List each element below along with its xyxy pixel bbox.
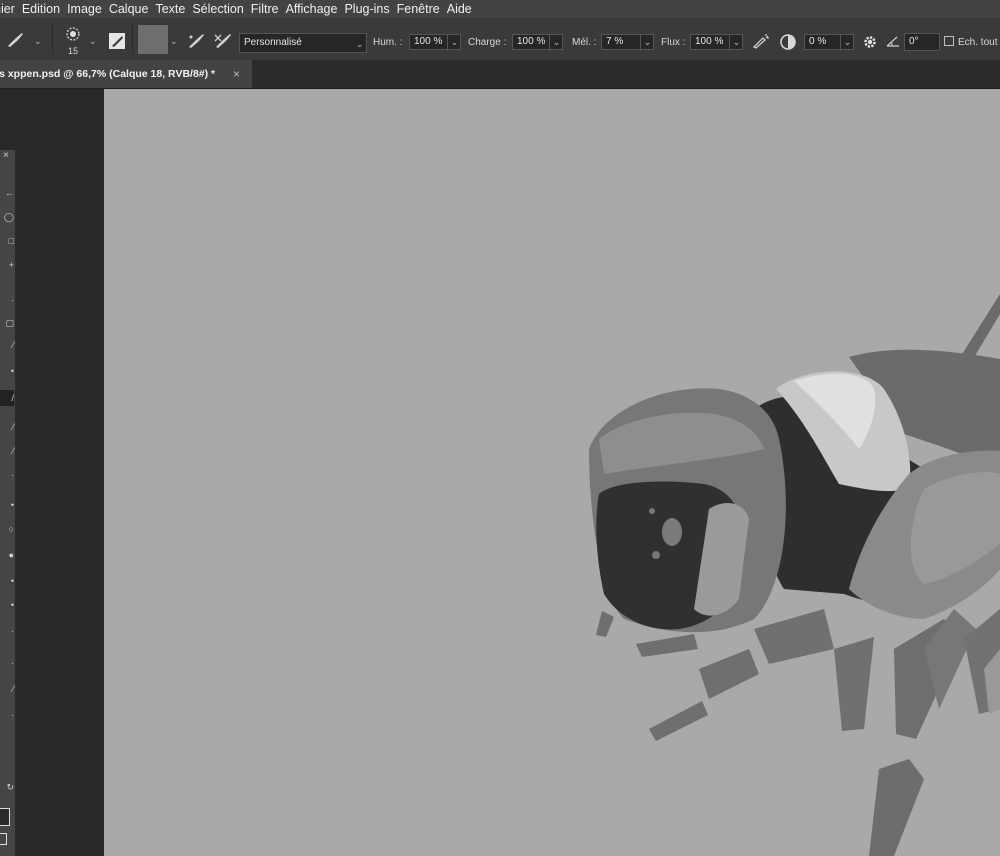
antenna-shape: [959, 294, 1000, 364]
hand-icon[interactable]: ·: [0, 658, 14, 668]
move-icon[interactable]: ←: [0, 188, 14, 198]
crop-icon[interactable]: +: [0, 260, 14, 270]
chevron-down-icon[interactable]: ⌄: [447, 35, 461, 51]
brush-tip-icon[interactable]: [64, 26, 82, 42]
charge-value: 100 %: [517, 36, 546, 47]
smoothing-value: 0 %: [809, 36, 827, 47]
lasso-icon[interactable]: ◯: [0, 212, 14, 222]
tools-panel: × ← ◯ □ + · ▢ ⁄ • / ⁄ ⁄ · • ○ ● • • · · …: [0, 150, 16, 856]
menu-calque[interactable]: Calque: [109, 0, 156, 18]
visor-reflection: [662, 518, 682, 546]
sample-all-checkbox[interactable]: [944, 36, 954, 46]
mel-field[interactable]: 7 % ⌄: [601, 34, 654, 51]
angle-field[interactable]: 0°: [904, 33, 940, 51]
brush-icon[interactable]: /: [0, 390, 14, 406]
smoothing-field[interactable]: 0 % ⌄: [804, 34, 854, 51]
gradient-icon[interactable]: ·: [0, 470, 14, 480]
painting-artwork: [589, 294, 1000, 856]
frame-icon[interactable]: ·: [0, 295, 14, 305]
blur-icon[interactable]: •: [0, 500, 14, 510]
menu-aide[interactable]: Aide: [447, 0, 479, 18]
close-icon[interactable]: ×: [3, 150, 9, 161]
chevron-down-icon: ⌄: [356, 39, 364, 49]
brush-picker-chevron-icon[interactable]: ⌄: [89, 36, 97, 47]
menu-fichier[interactable]: hier: [0, 0, 22, 18]
clone-stamp-icon[interactable]: •: [0, 366, 14, 376]
mixer-brush-icon[interactable]: [4, 32, 26, 48]
document-tab-title: rs xppen.psd @ 66,7% (Calque 18, RVB/8#)…: [0, 68, 216, 80]
eraser-icon[interactable]: ⁄: [0, 446, 14, 456]
hum-field[interactable]: 100 % ⌄: [409, 34, 461, 51]
brush-settings-panel-icon[interactable]: [108, 32, 126, 50]
eyedropper-icon[interactable]: ▢: [0, 318, 14, 328]
mel-label: Mél. :: [572, 37, 597, 48]
menu-bar: hier Edition Image Calque Texte Sélectio…: [0, 0, 1000, 18]
blend-preset-select[interactable]: Personnalisé ⌄: [239, 33, 367, 53]
document-tab[interactable]: rs xppen.psd @ 66,7% (Calque 18, RVB/8#)…: [0, 60, 252, 88]
menu-selection[interactable]: Sélection: [192, 0, 250, 18]
sample-all-label: Ech. tout: [958, 37, 998, 48]
charge-label: Charge :: [468, 37, 507, 48]
current-load-swatch[interactable]: [138, 25, 168, 54]
rotate-icon[interactable]: ·: [0, 710, 14, 720]
quick-select-icon[interactable]: □: [0, 236, 14, 246]
menu-image[interactable]: Image: [67, 0, 109, 18]
load-brush-icon[interactable]: [186, 32, 206, 50]
chevron-down-icon[interactable]: ⌄: [549, 35, 563, 51]
document-canvas[interactable]: [104, 89, 1000, 856]
chevron-down-icon[interactable]: ⌄: [729, 35, 743, 51]
background-color-swatch[interactable]: [0, 833, 7, 845]
dodge-icon[interactable]: ○: [0, 524, 14, 534]
menu-affichage[interactable]: Affichage: [286, 0, 345, 18]
history-brush-icon[interactable]: ⁄: [0, 422, 14, 432]
visor-dot: [652, 551, 660, 559]
shape-icon[interactable]: ·: [0, 626, 14, 636]
hum-value: 100 %: [414, 36, 443, 47]
healing-icon[interactable]: ⁄: [0, 340, 14, 350]
path-select-icon[interactable]: •: [0, 600, 14, 610]
brush-size-label: 15: [68, 46, 79, 56]
flux-field[interactable]: 100 % ⌄: [690, 34, 743, 51]
chevron-down-icon[interactable]: ⌄: [640, 35, 654, 51]
menu-edition[interactable]: Edition: [22, 0, 67, 18]
clean-brush-icon[interactable]: [213, 32, 233, 50]
swap-colors-icon[interactable]: ↻: [0, 782, 14, 792]
chevron-down-icon[interactable]: ⌄: [840, 35, 854, 51]
menu-plugins[interactable]: Plug-ins: [344, 0, 396, 18]
type-icon[interactable]: •: [0, 576, 14, 586]
options-bar: ⌄ 15 ⌄ ⌄ Personnalisé ⌄ Hum. : 100 % ⌄ C…: [0, 18, 1000, 61]
flux-label: Flux :: [661, 37, 686, 48]
hum-label: Hum. :: [373, 37, 403, 48]
menu-texte[interactable]: Texte: [155, 0, 192, 18]
menu-filtre[interactable]: Filtre: [251, 0, 286, 18]
airbrush-icon[interactable]: [751, 32, 771, 50]
angle-icon: [886, 36, 899, 47]
visor-dot: [649, 508, 655, 514]
smoothing-icon[interactable]: [779, 33, 797, 51]
angle-value: 0°: [909, 36, 919, 47]
charge-field[interactable]: 100 % ⌄: [512, 34, 563, 51]
mel-value: 7 %: [606, 36, 624, 47]
tool-preset-chevron-icon[interactable]: ⌄: [34, 36, 42, 47]
menu-fenetre[interactable]: Fenêtre: [397, 0, 447, 18]
gear-icon[interactable]: [861, 33, 879, 51]
document-tab-bar: rs xppen.psd @ 66,7% (Calque 18, RVB/8#)…: [0, 60, 1000, 89]
zoom-icon[interactable]: ⁄: [0, 684, 14, 694]
load-options-chevron-icon[interactable]: ⌄: [170, 36, 178, 47]
flux-value: 100 %: [695, 36, 724, 47]
blend-preset-value: Personnalisé: [244, 37, 302, 48]
close-icon[interactable]: ×: [233, 60, 240, 88]
foreground-color-swatch[interactable]: [0, 808, 10, 826]
pen-icon[interactable]: ●: [0, 550, 14, 560]
